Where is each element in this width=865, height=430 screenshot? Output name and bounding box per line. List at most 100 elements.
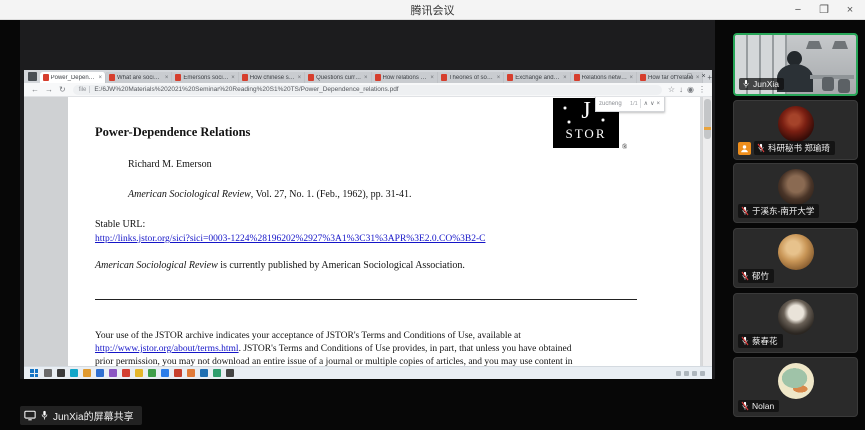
system-tray[interactable] (676, 371, 705, 376)
restore-button[interactable]: ❐ (811, 0, 837, 19)
find-match-marker (704, 127, 711, 130)
mic-muted-icon (741, 271, 749, 281)
browser-tab[interactable]: Exchange and powe× (504, 72, 570, 83)
find-next-icon[interactable]: ∨ (650, 100, 654, 107)
participant-name-pill: 于溪东-南开大学 (738, 204, 819, 218)
pdf-page: J STOR ® Power-Dependence Relations Rich… (68, 97, 700, 366)
taskbar-app-icon[interactable] (135, 369, 143, 377)
pdf-scrollbar[interactable] (702, 97, 712, 366)
article-author: Richard M. Emerson (128, 159, 212, 170)
participant-name-pill: 蔡春花 (738, 334, 783, 348)
find-previous-icon[interactable]: ∧ (644, 100, 648, 107)
screen-icon (24, 410, 36, 421)
pdf-favicon (507, 74, 513, 81)
browser-tab[interactable]: Relations network× (571, 72, 637, 83)
tab-close-icon[interactable]: × (629, 75, 633, 81)
browser-close-button[interactable]: × (697, 71, 710, 81)
shared-taskbar (24, 366, 712, 379)
host-badge-icon (738, 142, 751, 155)
taskbar-app-icon[interactable] (200, 369, 208, 377)
participant-name-pill: 科研秘书 郑瑜琦 (754, 141, 835, 155)
tab-close-icon[interactable]: × (231, 75, 235, 81)
screen-share-indicator[interactable]: JunXia的屏幕共享 (20, 406, 142, 425)
reload-icon[interactable]: ↻ (59, 85, 66, 94)
mic-muted-icon (741, 401, 749, 411)
browser-minimize-button[interactable]: − (669, 71, 682, 81)
taskbar-app-icon[interactable] (57, 369, 65, 377)
tab-close-icon[interactable]: × (563, 75, 567, 81)
browser-tab[interactable]: Questions current an× (305, 72, 371, 83)
close-button[interactable]: × (837, 0, 863, 19)
forward-icon[interactable]: → (45, 85, 53, 94)
browser-tab-active[interactable]: Power_Dependence_relatio × (40, 72, 106, 83)
windows-start-icon[interactable] (30, 369, 38, 377)
tab-close-icon[interactable]: × (497, 75, 501, 81)
find-input[interactable]: zucheng (599, 101, 630, 107)
address-bar[interactable]: file E:/6JW%20Materials%202021%20Seminar… (73, 85, 662, 95)
mic-on-icon (40, 410, 49, 421)
navbar-right-icons: ☆ ↓ ◉ ⋮ (666, 85, 708, 94)
taskbar-app-icon[interactable] (161, 369, 169, 377)
registered-mark: ® (622, 143, 627, 151)
find-bar[interactable]: zucheng 1/1 ∧ ∨ × (595, 97, 665, 112)
pdf-viewer: zucheng 1/1 ∧ ∨ × J STOR ® Power-Depende… (24, 97, 712, 366)
tab-close-icon[interactable]: × (165, 75, 169, 81)
scrollbar-thumb[interactable] (704, 99, 711, 139)
find-close-icon[interactable]: × (656, 101, 660, 107)
menu-icon[interactable]: ⋮ (698, 85, 706, 94)
browser-tab[interactable]: What are social exchan× (106, 72, 172, 83)
browser-tab[interactable]: How relations resolv× (372, 72, 438, 83)
bookmark-icon[interactable]: ☆ (668, 85, 675, 94)
participant-name-pill: JunXia (739, 78, 784, 90)
download-icon[interactable]: ↓ (679, 85, 683, 94)
meeting-stage: Power_Dependence_relatio × What are soci… (0, 19, 865, 430)
profile-icon[interactable]: ◉ (687, 85, 694, 94)
stable-url-label: Stable URL: (95, 219, 145, 230)
lamp-shape (806, 41, 822, 49)
taskbar-app-icon[interactable] (213, 369, 221, 377)
participant-name-pill: 郁竹 (738, 269, 774, 283)
taskbar-app-icon[interactable] (174, 369, 182, 377)
mic-muted-icon (757, 143, 765, 153)
tab-close-icon[interactable]: × (364, 75, 368, 81)
browser-tab[interactable]: Emersons social relat× (172, 72, 238, 83)
mic-muted-icon (741, 336, 749, 346)
taskbar-app-icon[interactable] (70, 369, 78, 377)
taskbar-app-icon[interactable] (109, 369, 117, 377)
stable-url-link[interactable]: http://links.jstor.org/sici?sici=0003-12… (95, 234, 485, 244)
terms-line-3: prior permission, you may not download a… (95, 357, 573, 366)
taskbar-app-icon[interactable] (44, 369, 52, 377)
browser-maximize-button[interactable]: □ (683, 71, 696, 81)
browser-tab[interactable]: Theories of social e× (438, 72, 504, 83)
pdf-favicon (308, 74, 314, 81)
participant-tile[interactable]: 于溪东-南开大学 (733, 163, 858, 223)
pdf-favicon (43, 74, 49, 81)
shared-browser-window: Power_Dependence_relatio × What are soci… (24, 70, 712, 366)
participant-tile[interactable]: 郁竹 (733, 228, 858, 288)
pdf-favicon (375, 74, 381, 81)
participant-tile[interactable]: JunXia (733, 33, 858, 96)
tab-close-icon[interactable]: × (98, 75, 102, 81)
find-divider (640, 99, 641, 108)
minimize-button[interactable]: − (785, 0, 811, 19)
participant-tile[interactable]: 蔡春花 (733, 293, 858, 353)
meeting-titlebar: 腾讯会议 − ❐ × (0, 0, 865, 20)
tab-close-icon[interactable]: × (298, 75, 302, 81)
taskbar-app-icon[interactable] (83, 369, 91, 377)
browser-tab[interactable]: How chinese social e× (239, 72, 305, 83)
url-scheme-chip: file (79, 87, 87, 93)
taskbar-app-icon[interactable] (226, 369, 234, 377)
participant-tile[interactable]: Nolan (733, 357, 858, 417)
taskbar-app-icon[interactable] (96, 369, 104, 377)
taskbar-app-icon[interactable] (122, 369, 130, 377)
back-icon[interactable]: ← (31, 85, 39, 94)
terms-link[interactable]: http://www.jstor.org/about/terms.html (95, 344, 239, 354)
participant-tile[interactable]: 科研秘书 郑瑜琦 (733, 100, 858, 160)
tab-close-icon[interactable]: × (430, 75, 434, 81)
taskbar-app-icon[interactable] (187, 369, 195, 377)
avatar (778, 169, 814, 205)
browser-window-controls: − □ × (669, 71, 710, 81)
taskbar-app-icon[interactable] (148, 369, 156, 377)
pdf-favicon (574, 74, 580, 81)
avatar (778, 106, 814, 142)
